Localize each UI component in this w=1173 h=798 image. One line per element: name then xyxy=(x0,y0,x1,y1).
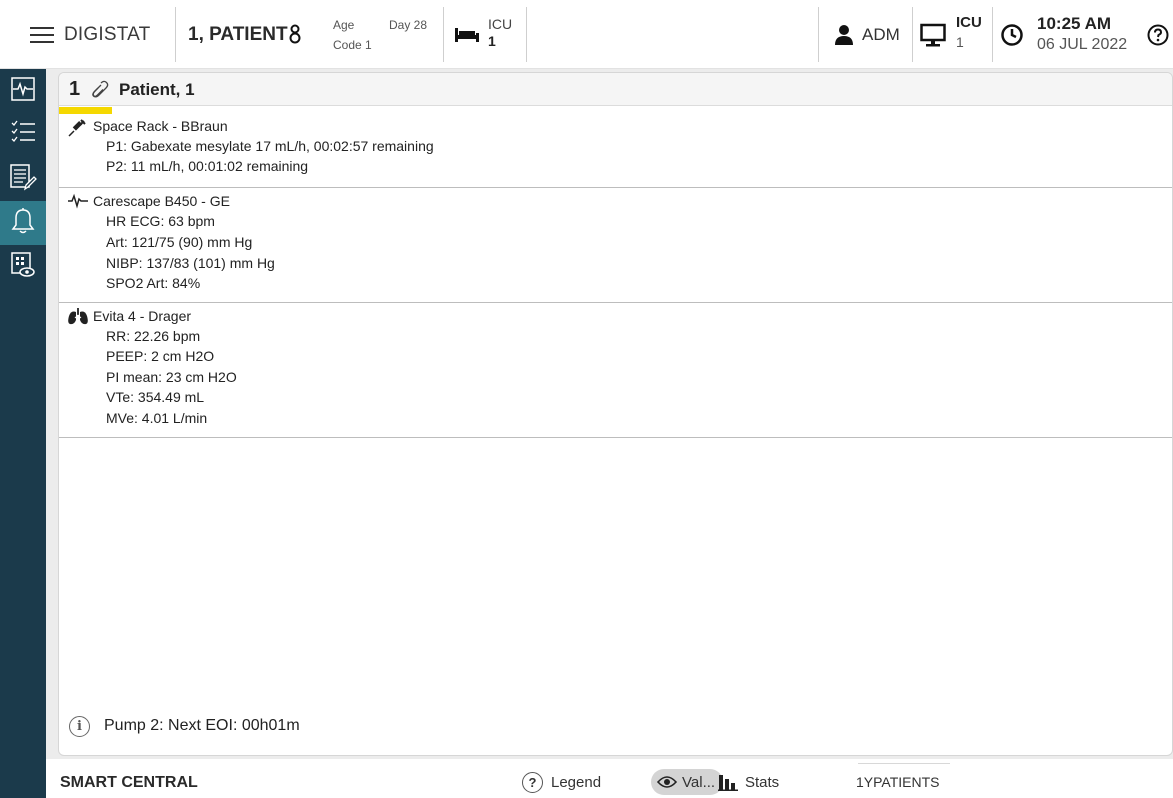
user-icon[interactable] xyxy=(834,0,854,69)
device-name: Evita 4 - Drager xyxy=(93,308,192,324)
gender-icon xyxy=(288,0,302,69)
sidebar-item-monitor-view[interactable] xyxy=(0,245,46,289)
device-value-line: HR ECG: 63 bpm xyxy=(106,213,215,229)
patients-count: 1YPATIENTS xyxy=(856,774,940,790)
device-value-line: RR: 22.26 bpm xyxy=(106,328,201,344)
legend-label: Legend xyxy=(551,773,602,791)
device-value-line: P2: 11 mL/h, 00:01:02 remaining xyxy=(106,158,309,174)
device-patient-monitor[interactable]: Carescape B450 - GE HR ECG: 63 bpm Art: … xyxy=(59,189,1172,303)
clock-icon xyxy=(1000,0,1024,69)
question-icon: ? xyxy=(522,771,543,793)
divider xyxy=(175,7,176,62)
current-time: 10:25 AM xyxy=(1037,14,1112,33)
bar-chart-icon xyxy=(718,773,738,791)
monitor-view-icon xyxy=(10,251,36,284)
patient-name[interactable]: 1, PATIENT xyxy=(188,0,288,69)
user-name[interactable]: ADM xyxy=(862,25,900,45)
syringe-icon xyxy=(67,118,87,143)
values-button[interactable]: Val... xyxy=(651,769,724,795)
info-message: i Pump 2: Next EOI: 00h01m xyxy=(69,714,300,738)
device-name: Carescape B450 - GE xyxy=(93,193,230,209)
info-text: Pump 2: Next EOI: 00h01m xyxy=(104,717,300,734)
device-value-line: NIBP: 137/83 (101) mm Hg xyxy=(106,255,275,271)
top-bar: DIGISTAT 1, PATIENT Age Day 28 Code 1 IC… xyxy=(0,0,1173,69)
bed-icon xyxy=(455,0,479,69)
workstation-ward: ICU xyxy=(956,14,982,31)
vital-signs-icon xyxy=(10,76,36,107)
hamburger-menu-icon[interactable] xyxy=(30,0,54,69)
device-value-line: PEEP: 2 cm H2O xyxy=(106,348,215,364)
device-value-line: P1: Gabexate mesylate 17 mL/h, 00:02:57 … xyxy=(106,138,434,154)
legend-button[interactable]: ? Legend xyxy=(522,769,601,795)
divider xyxy=(443,7,444,62)
device-value-line: PI mean: 23 cm H2O xyxy=(106,369,237,385)
device-value-line: MVe: 4.01 L/min xyxy=(106,410,208,426)
divider xyxy=(992,7,993,62)
device-name: Space Rack - BBraun xyxy=(93,118,228,134)
info-icon: i xyxy=(69,715,90,737)
patient-card-name: Patient, 1 xyxy=(119,80,195,99)
app-name: DIGISTAT xyxy=(64,23,151,45)
device-value-line: VTe: 354.49 mL xyxy=(106,389,205,405)
location-ward: ICU xyxy=(488,16,513,32)
divider xyxy=(912,7,913,62)
stats-label: Stats xyxy=(745,773,780,791)
checklist-icon xyxy=(10,119,36,152)
device-infusion-pump[interactable]: Space Rack - BBraun P1: Gabexate mesylat… xyxy=(59,114,1172,188)
eye-icon xyxy=(657,775,677,789)
device-ventilator[interactable]: Evita 4 - Drager RR: 22.26 bpm PEEP: 2 c… xyxy=(59,304,1172,438)
bell-icon xyxy=(11,207,35,240)
divider xyxy=(526,7,527,62)
stats-button[interactable]: Stats xyxy=(718,769,779,795)
code-label: Code 1 xyxy=(333,38,372,52)
device-value-line: Art: 121/75 (90) mm Hg xyxy=(106,234,253,250)
age-label: Age xyxy=(333,18,355,32)
link-icon xyxy=(89,80,109,105)
bottom-bar: SMART CENTRAL ? Legend Val... Stats 1YPA… xyxy=(46,759,1173,798)
patient-card-header[interactable]: 1 Patient, 1 xyxy=(59,73,1172,106)
help-icon[interactable] xyxy=(1147,0,1169,69)
divider xyxy=(858,763,950,764)
current-date: 06 JUL 2022 xyxy=(1037,36,1128,53)
lungs-icon xyxy=(67,308,89,331)
device-value-line: SPO2 Art: 84% xyxy=(106,275,201,291)
notes-edit-icon xyxy=(9,163,37,196)
day-label: Day 28 xyxy=(389,18,428,32)
bed-number: 1 xyxy=(69,78,81,100)
divider xyxy=(818,7,819,62)
sidebar-item-alarms[interactable] xyxy=(0,201,46,245)
left-sidebar xyxy=(0,69,46,798)
ecg-waveform-icon xyxy=(67,193,89,214)
patient-card[interactable]: 1 Patient, 1 Space Rack - BBraun P1: Gab… xyxy=(58,72,1173,756)
workstation-number: 1 xyxy=(956,34,964,50)
module-title: SMART CENTRAL xyxy=(60,774,198,791)
main-panel: 1 Patient, 1 Space Rack - BBraun P1: Gab… xyxy=(46,69,1173,759)
values-label: Val... xyxy=(682,773,716,791)
sidebar-item-checklist[interactable] xyxy=(0,113,46,157)
sidebar-item-notes[interactable] xyxy=(0,157,46,201)
alarm-indicator xyxy=(59,107,112,114)
location-bed: 1 xyxy=(488,33,496,49)
workstation-icon xyxy=(920,0,946,69)
sidebar-item-vitals[interactable] xyxy=(0,69,46,113)
